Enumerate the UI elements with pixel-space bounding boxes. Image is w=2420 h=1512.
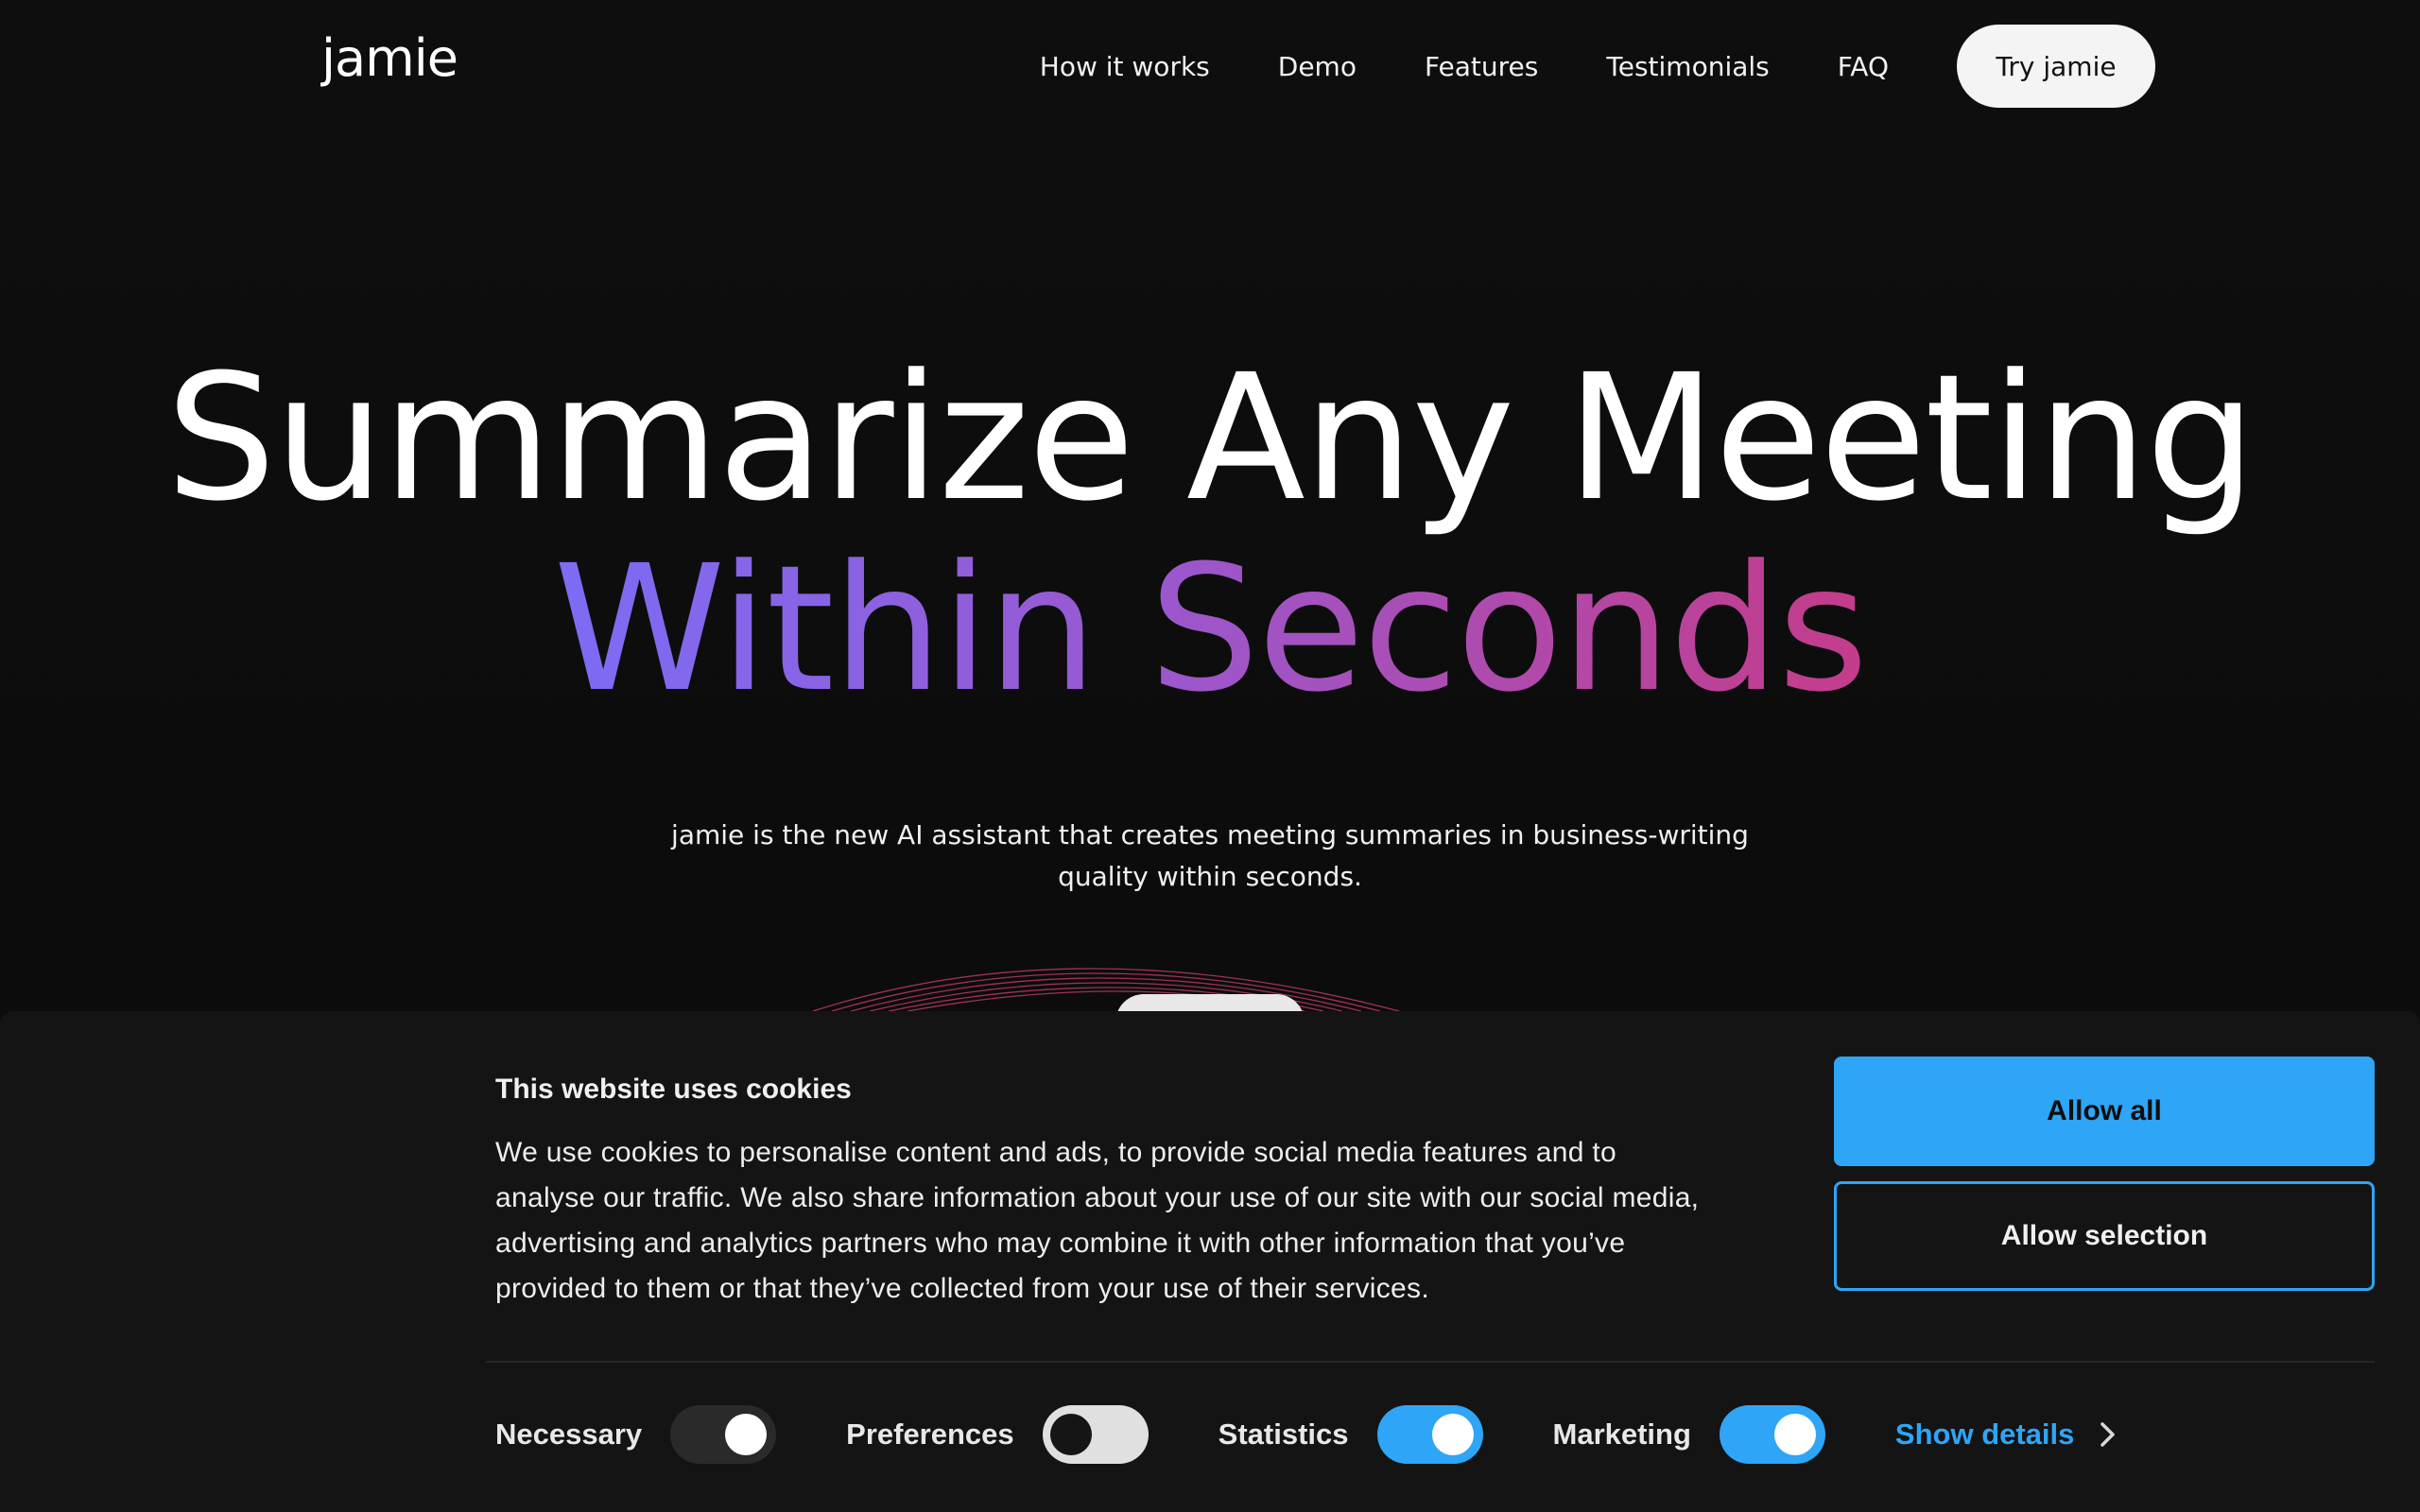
hero-subtitle: jamie is the new AI assistant that creat… (671, 819, 1749, 892)
marketing-label: Marketing (1552, 1418, 1691, 1451)
divider (486, 1361, 2375, 1363)
nav-testimonials[interactable]: Testimonials (1606, 51, 1769, 82)
statistics-label: Statistics (1218, 1418, 1349, 1451)
cookie-toggles: Necessary Preferences Statistics Marketi… (495, 1404, 2118, 1465)
statistics-toggle[interactable] (1376, 1405, 1483, 1464)
cookie-banner: This website uses cookies We use cookies… (0, 1011, 2420, 1512)
page: jamie How it works Demo Features Testimo… (0, 0, 2420, 1512)
hero-title-line1: Summarize Any Meeting (165, 337, 2256, 540)
nav-faq[interactable]: FAQ (1838, 51, 1889, 82)
cookie-title: This website uses cookies (495, 1074, 852, 1105)
allow-all-button[interactable]: Allow all (1834, 1057, 2375, 1166)
toggle-knob (1049, 1414, 1092, 1455)
logo[interactable]: jamie (321, 28, 458, 88)
toggle-knob (725, 1414, 768, 1455)
chevron-right-icon (2100, 1422, 2116, 1447)
try-jamie-button[interactable]: Try jamie (1957, 25, 2155, 108)
nav-demo[interactable]: Demo (1278, 51, 1357, 82)
show-details-link[interactable]: Show details (1895, 1418, 2118, 1452)
nav-how-it-works[interactable]: How it works (1040, 51, 1210, 82)
hero-title-line2: Within Seconds (0, 542, 2420, 716)
show-details-label: Show details (1894, 1418, 2075, 1451)
toggle-knob (1431, 1414, 1474, 1455)
preferences-label: Preferences (846, 1418, 1014, 1451)
nav-features[interactable]: Features (1425, 51, 1538, 82)
necessary-toggle[interactable] (670, 1405, 777, 1464)
preferences-toggle[interactable] (1042, 1405, 1149, 1464)
necessary-label: Necessary (495, 1418, 643, 1451)
allow-selection-button[interactable]: Allow selection (1834, 1181, 2375, 1291)
cookie-description: We use cookies to personalise content an… (495, 1137, 1700, 1304)
hero-title-gradient-text: Within Seconds (553, 528, 1868, 730)
marketing-toggle[interactable] (1719, 1405, 1825, 1464)
top-nav: How it works Demo Features Testimonials … (1040, 25, 2155, 108)
toggle-knob (1773, 1414, 1816, 1455)
